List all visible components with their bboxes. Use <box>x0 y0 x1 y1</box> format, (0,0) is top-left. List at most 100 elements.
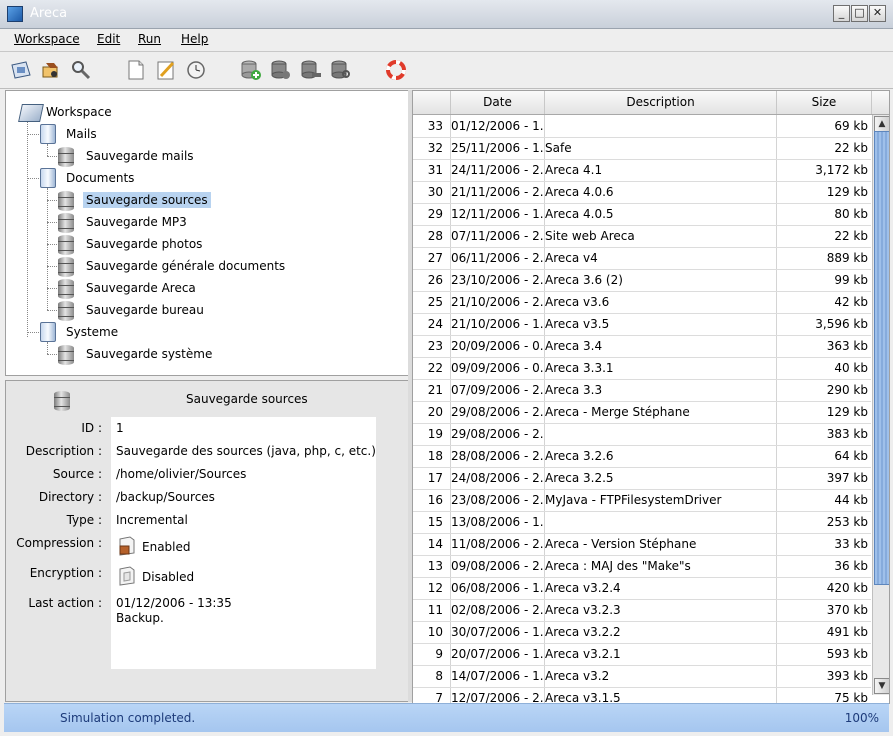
clock-icon[interactable] <box>185 59 207 81</box>
cell-date: 06/11/2006 - 2... <box>451 251 543 265</box>
table-scrollbar[interactable]: ▲ ▼ <box>872 115 889 695</box>
menu-workspace[interactable]: Workspace <box>14 32 80 46</box>
cell-date: 13/08/2006 - 1... <box>451 515 543 529</box>
cell-id: 18 <box>427 449 443 463</box>
table-row[interactable]: 23 20/09/2006 - 0... Areca 3.4 363 kb <box>413 335 871 358</box>
table-row[interactable]: 13 09/08/2006 - 2... Areca : MAJ des "Make… <box>413 555 871 578</box>
cell-size: 75 kb <box>834 691 868 703</box>
cell-date: 11/08/2006 - 2... <box>451 537 543 551</box>
tree-target[interactable]: Sauvegarde photos <box>58 234 205 255</box>
database-icon <box>58 257 76 277</box>
cell-id: 9 <box>435 647 443 661</box>
cell-description <box>545 511 775 533</box>
table-body: 33 01/12/2006 - 1... 69 kb 32 25/11/2006 - 1… <box>413 115 871 703</box>
table-row[interactable]: 29 12/11/2006 - 1... Areca 4.0.5 80 kb <box>413 203 871 226</box>
table-row[interactable]: 7 12/07/2006 - 2... Areca v3.1.5 75 kb <box>413 687 871 703</box>
tree-group-documents[interactable]: Documents <box>38 168 137 188</box>
column-header-id[interactable] <box>413 91 451 114</box>
cell-id: 15 <box>427 515 443 529</box>
edit-icon[interactable] <box>155 59 177 81</box>
minimize-button[interactable]: _ <box>833 5 850 22</box>
table-row[interactable]: 17 24/08/2006 - 2... Areca 3.2.5 397 kb <box>413 467 871 490</box>
help-lifebuoy-icon[interactable] <box>385 59 407 81</box>
table-row[interactable]: 32 25/11/2006 - 1... Safe 22 kb <box>413 137 871 160</box>
scroll-up-button[interactable]: ▲ <box>874 116 889 132</box>
db-remove-icon[interactable] <box>300 59 322 81</box>
db-search-icon[interactable] <box>330 59 352 81</box>
menu-edit[interactable]: Edit <box>97 32 120 46</box>
table-row[interactable]: 9 20/07/2006 - 1... Areca v3.2.1 593 kb <box>413 643 871 666</box>
cell-description: Areca 4.0.5 <box>545 207 614 221</box>
menu-help[interactable]: Help <box>181 32 208 46</box>
maximize-button[interactable]: □ <box>851 5 868 22</box>
table-row[interactable]: 15 13/08/2006 - 1... 253 kb <box>413 511 871 534</box>
cell-date: 28/08/2006 - 2... <box>451 449 543 463</box>
table-row[interactable]: 22 09/09/2006 - 0... Areca 3.3.1 40 kb <box>413 357 871 380</box>
tree-group-mails[interactable]: Mails <box>38 124 100 144</box>
table-row[interactable]: 31 24/11/2006 - 2... Areca 4.1 3,172 kb <box>413 159 871 182</box>
value-directory: /backup/Sources <box>116 490 215 504</box>
cell-description: Areca v4 <box>545 251 598 265</box>
tree-root-workspace[interactable]: Workspace <box>18 102 115 122</box>
cell-size: 383 kb <box>826 427 868 441</box>
cell-size: 393 kb <box>826 669 868 683</box>
open-workspace-icon[interactable] <box>10 59 32 81</box>
cell-size: 420 kb <box>826 581 868 595</box>
label-encryption: Encryption : <box>29 566 102 580</box>
tree-target[interactable]: Sauvegarde Areca <box>58 278 199 299</box>
tree-target[interactable]: Sauvegarde système <box>58 344 215 365</box>
scroll-down-button[interactable]: ▼ <box>874 678 889 694</box>
menu-run[interactable]: Run <box>138 32 161 46</box>
cell-description: Areca - Version Stéphane <box>545 537 697 551</box>
cell-size: 80 kb <box>834 207 868 221</box>
value-description: Sauvegarde des sources (java, php, c, et… <box>116 444 376 458</box>
table-row[interactable]: 25 21/10/2006 - 2... Areca v3.6 42 kb <box>413 291 871 314</box>
tree-target[interactable]: Sauvegarde générale documents <box>58 256 288 277</box>
tree-group-systeme[interactable]: Systeme <box>38 322 121 342</box>
cell-date: 09/09/2006 - 0... <box>451 361 543 375</box>
tree-target[interactable]: Sauvegarde MP3 <box>58 212 190 233</box>
tree-target[interactable]: Sauvegarde mails <box>58 146 197 167</box>
table-row[interactable]: 26 23/10/2006 - 2... Areca 3.6 (2) 99 kb <box>413 269 871 292</box>
cell-size: 22 kb <box>834 229 868 243</box>
database-icon <box>58 191 76 211</box>
backup-icon[interactable] <box>40 59 62 81</box>
cell-date: 20/09/2006 - 0... <box>451 339 543 353</box>
cell-id: 8 <box>435 669 443 683</box>
table-row[interactable]: 8 14/07/2006 - 1... Areca v3.2 393 kb <box>413 665 871 688</box>
table-row[interactable]: 16 23/08/2006 - 2... MyJava - FTPFilesyste… <box>413 489 871 512</box>
search-icon[interactable] <box>70 59 92 81</box>
column-header-date[interactable]: Date <box>451 91 545 114</box>
scroll-thumb[interactable] <box>874 131 889 585</box>
table-row[interactable]: 30 21/11/2006 - 2... Areca 4.0.6 129 kb <box>413 181 871 204</box>
table-row[interactable]: 14 11/08/2006 - 2... Areca - Version Stéph… <box>413 533 871 556</box>
table-row[interactable]: 10 30/07/2006 - 1... Areca v3.2.2 491 kb <box>413 621 871 644</box>
table-row[interactable]: 27 06/11/2006 - 2... Areca v4 889 kb <box>413 247 871 270</box>
tree-target[interactable]: Sauvegarde bureau <box>58 300 207 321</box>
close-button[interactable]: ✕ <box>869 5 886 22</box>
table-row[interactable]: 28 07/11/2006 - 2... Site web Areca 22 kb <box>413 225 871 248</box>
new-icon[interactable] <box>125 59 147 81</box>
table-row[interactable]: 24 21/10/2006 - 1... Areca v3.5 3,596 kb <box>413 313 871 336</box>
table-row[interactable]: 33 01/12/2006 - 1... 69 kb <box>413 115 871 138</box>
table-row[interactable]: 18 28/08/2006 - 2... Areca 3.2.6 64 kb <box>413 445 871 468</box>
table-row[interactable]: 11 02/08/2006 - 2... Areca v3.2.3 370 kb <box>413 599 871 622</box>
table-row[interactable]: 12 06/08/2006 - 1... Areca v3.2.4 420 kb <box>413 577 871 600</box>
table-row[interactable]: 21 07/09/2006 - 2... Areca 3.3 290 kb <box>413 379 871 402</box>
tree-target-selected[interactable]: Sauvegarde sources <box>58 190 211 211</box>
cell-description: Areca v3.2 <box>545 669 610 683</box>
table-row[interactable]: 20 29/08/2006 - 2... Areca - Merge Stéphan… <box>413 401 871 424</box>
column-header-description[interactable]: Description <box>545 91 777 114</box>
app-icon <box>7 6 23 22</box>
cell-id: 12 <box>427 581 443 595</box>
cell-size: 64 kb <box>834 449 868 463</box>
table-row[interactable]: 19 29/08/2006 - 2... 383 kb <box>413 423 871 446</box>
db-icon[interactable] <box>270 59 292 81</box>
cell-description: Areca 4.0.6 <box>545 185 614 199</box>
cell-date: 29/08/2006 - 2... <box>451 405 543 419</box>
cell-date: 25/11/2006 - 1... <box>451 141 543 155</box>
db-add-icon[interactable] <box>240 59 262 81</box>
column-header-size[interactable]: Size <box>777 91 872 114</box>
cell-id: 16 <box>427 493 443 507</box>
cell-id: 20 <box>427 405 443 419</box>
